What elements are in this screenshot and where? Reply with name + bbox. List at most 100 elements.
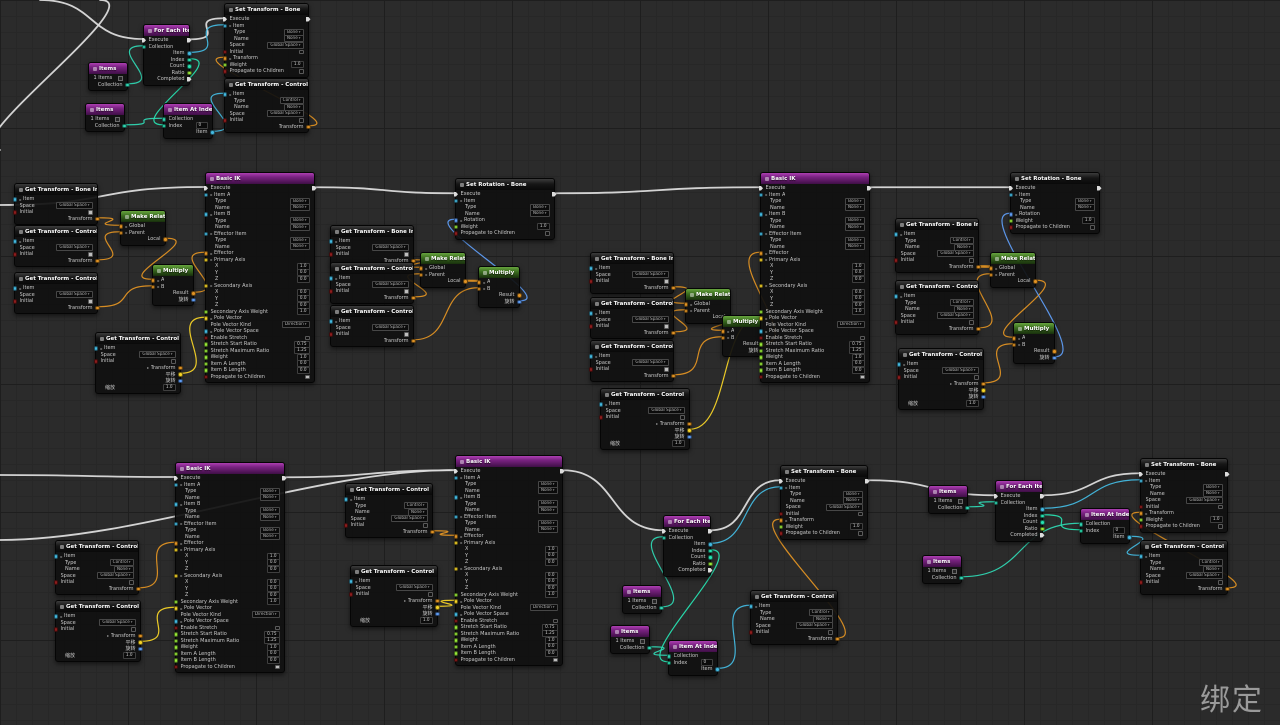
exec-pin-out[interactable] <box>1040 533 1045 538</box>
float-pin-in[interactable] <box>173 599 178 604</box>
vector-pin-out[interactable] <box>178 372 183 377</box>
rotation-pin-out[interactable] <box>1052 355 1057 360</box>
node-header[interactable]: Get Transform - Control <box>351 566 437 577</box>
item-pin-in[interactable] <box>778 485 783 490</box>
transform-pin-out[interactable] <box>95 305 100 310</box>
transform-pin-in[interactable] <box>1138 511 1143 516</box>
node-header[interactable]: Item At Index <box>669 641 717 652</box>
exec-pin-out[interactable] <box>187 77 192 82</box>
expander-icon[interactable]: ▸ <box>230 23 232 28</box>
transform-pin-in[interactable] <box>683 308 688 313</box>
float-pin-in[interactable] <box>453 644 458 649</box>
expander-icon[interactable]: ▸ <box>61 554 63 559</box>
exec-pin-out[interactable] <box>552 192 557 197</box>
node-gtbi2[interactable]: Get Transform - Bone Initial▸ItemSpace Gl… <box>328 225 416 267</box>
transform-pin-in[interactable] <box>418 266 423 271</box>
collection-pin-in[interactable] <box>161 117 166 122</box>
rotation-pin-out[interactable] <box>191 297 196 302</box>
int-pin-out[interactable] <box>1040 520 1045 525</box>
transform-pin-in[interactable] <box>203 251 208 256</box>
expander-icon[interactable]: ▸ <box>596 266 598 271</box>
item-pin-in[interactable] <box>203 231 208 236</box>
float-pin-in[interactable] <box>453 592 458 597</box>
transform-pin-in[interactable] <box>476 286 481 291</box>
expander-icon[interactable]: ▸ <box>901 232 903 237</box>
expander-icon[interactable]: ▸ <box>656 421 658 426</box>
item-pin-in[interactable] <box>893 232 898 237</box>
collection-pin-in[interactable] <box>1078 522 1083 527</box>
bool-pin-in[interactable] <box>778 531 783 536</box>
item-pin-in[interactable] <box>203 192 208 197</box>
item-pin-out[interactable] <box>708 542 713 547</box>
node-header[interactable]: Item At Index <box>1081 509 1129 520</box>
items-chip[interactable] <box>957 498 963 504</box>
node-header[interactable]: Basic IK <box>176 463 284 474</box>
node-gtbi4[interactable]: Get Transform - Bone Initial▸ItemType Con… <box>893 218 981 273</box>
items-chip[interactable] <box>951 568 957 574</box>
exec-pin-out[interactable] <box>306 17 311 22</box>
node-gtc3[interactable]: Get Transform - Control ▸ Item Space Global … <box>328 305 416 347</box>
expander-icon[interactable]: ▸ <box>996 272 998 277</box>
float-pin-in[interactable] <box>173 651 178 656</box>
item-pin-in[interactable] <box>1138 554 1143 559</box>
expander-icon[interactable]: ▸ <box>461 534 463 539</box>
item-pin-in[interactable] <box>173 521 178 526</box>
float-pin-in[interactable] <box>758 309 763 314</box>
node-mul4[interactable]: Multiply ▸ A ▸ B Result 旋转 <box>1011 322 1057 364</box>
vector-pin-in[interactable] <box>758 316 763 321</box>
expander-icon[interactable]: ▸ <box>211 316 213 321</box>
transform-pin-out[interactable] <box>671 330 676 335</box>
expander-icon[interactable]: ▸ <box>101 346 103 351</box>
checkbox[interactable] <box>680 415 685 420</box>
node-gtbi1[interactable]: Get Transform - Bone Initial▸ItemSpace Gl… <box>12 183 100 225</box>
float-pin-in[interactable] <box>203 342 208 347</box>
item-pin-in[interactable] <box>343 497 348 502</box>
node-gtc5[interactable]: Get Transform - Control ▸ Item Space Global … <box>598 388 692 450</box>
item-pin-in[interactable] <box>453 495 458 500</box>
checkbox[interactable] <box>428 592 433 597</box>
checkbox[interactable] <box>553 618 558 623</box>
checkbox[interactable] <box>88 210 93 215</box>
transform-pin-in[interactable] <box>720 335 725 340</box>
expander-icon[interactable]: ▸ <box>691 302 693 307</box>
node-header[interactable]: Get Transform - Control Initial <box>331 263 413 274</box>
expander-icon[interactable]: ▸ <box>461 599 463 604</box>
expander-icon[interactable]: ▸ <box>181 521 183 526</box>
expander-icon[interactable]: ▸ <box>756 604 758 609</box>
node-stb2[interactable]: Set Transform - Bone Execute ▸ Item Type Bone… <box>778 465 870 540</box>
item-pin-out[interactable] <box>1127 535 1132 540</box>
item-pin-in[interactable] <box>12 239 17 244</box>
node-header[interactable]: For Each Item <box>996 481 1042 492</box>
expander-icon[interactable]: ▸ <box>211 257 213 262</box>
bool-pin-in[interactable] <box>53 580 58 585</box>
node-header[interactable]: Basic IK <box>761 173 869 184</box>
node-mul2[interactable]: Multiply ▸ A ▸ B Result 旋转 <box>476 266 522 308</box>
node-fe1[interactable]: For Each ItemExecuteCollectionItemIndexC… <box>141 24 192 86</box>
expander-icon[interactable]: ▸ <box>147 365 149 370</box>
expander-icon[interactable]: ▸ <box>20 239 22 244</box>
float-pin-in[interactable] <box>453 651 458 656</box>
item-pin-in[interactable] <box>453 198 458 203</box>
node-header[interactable]: Items <box>611 626 649 637</box>
bool-pin-in[interactable] <box>453 657 458 662</box>
expander-icon[interactable]: ▸ <box>126 230 128 235</box>
collection-pin-out[interactable] <box>965 505 970 510</box>
rotation-pin-in[interactable] <box>453 218 458 223</box>
expander-icon[interactable]: ▸ <box>728 335 730 340</box>
item-pin-in[interactable] <box>1138 478 1143 483</box>
checkbox[interactable] <box>828 630 833 635</box>
expander-icon[interactable]: ▸ <box>996 266 998 271</box>
expander-icon[interactable]: ▸ <box>1016 212 1018 217</box>
item-pin-in[interactable] <box>758 231 763 236</box>
node-gtc8[interactable]: Get Transform - Control ▸ Item Space Global … <box>53 600 143 662</box>
rotation-pin-out[interactable] <box>178 378 183 383</box>
checkbox[interactable] <box>553 657 558 662</box>
transform-pin-out[interactable] <box>411 338 416 343</box>
node-header[interactable]: Get Transform - Bone Initial <box>896 219 978 230</box>
node-gtc2[interactable]: Get Transform - Control ▸ Item Space Global … <box>93 332 183 394</box>
expander-icon[interactable]: ▸ <box>950 381 952 386</box>
expander-icon[interactable]: ▸ <box>211 251 213 256</box>
transform-pin-out[interactable] <box>517 293 522 298</box>
checkbox[interactable] <box>275 664 280 669</box>
item-pin-in[interactable] <box>222 23 227 28</box>
